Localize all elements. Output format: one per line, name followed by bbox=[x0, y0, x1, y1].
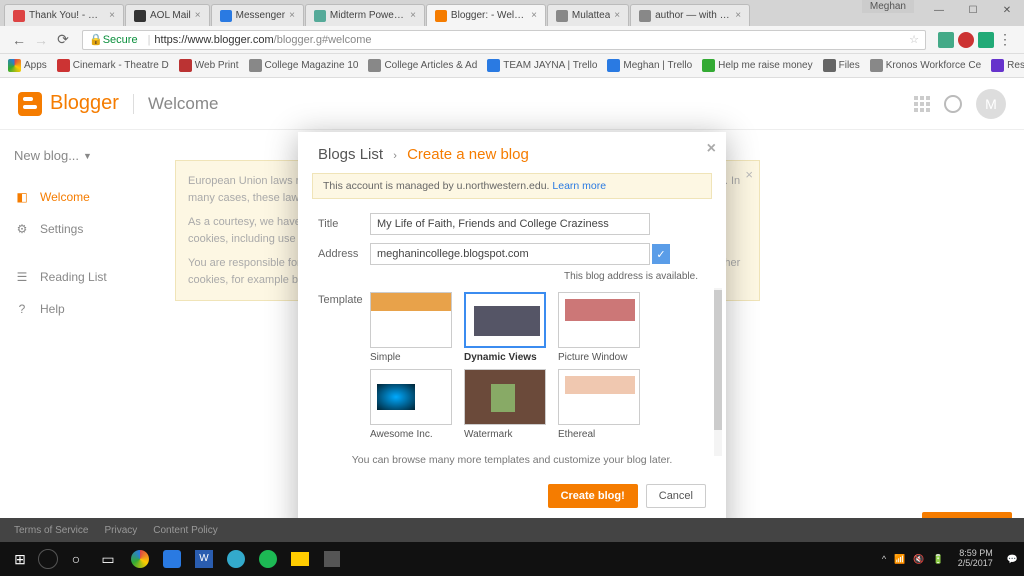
blogger-logo[interactable]: Blogger bbox=[18, 92, 119, 116]
browser-tab[interactable]: Mulattea× bbox=[547, 4, 629, 26]
template-option-watermark[interactable]: Watermark bbox=[464, 369, 550, 440]
template-label: Template bbox=[318, 292, 370, 440]
avatar[interactable]: M bbox=[976, 89, 1006, 119]
template-option-awesome-inc-[interactable]: Awesome Inc. bbox=[370, 369, 456, 440]
tray-clock[interactable]: 8:59 PM 2/5/2017 bbox=[958, 549, 993, 569]
system-tray: ^ 📶 🔇 🔋 8:59 PM 2/5/2017 💬 bbox=[882, 549, 1018, 569]
footer-link[interactable]: Terms of Service bbox=[14, 525, 88, 536]
apps-shortcut[interactable]: Apps bbox=[8, 59, 47, 72]
browser-tab[interactable]: AOL Mail× bbox=[125, 4, 210, 26]
taskbar-app-skype[interactable] bbox=[222, 545, 250, 573]
extension-icon[interactable] bbox=[958, 32, 974, 48]
taskbar-app-spotify[interactable] bbox=[254, 545, 282, 573]
content-area: New blog... ▼ ◧Welcome⚙Settings☰Reading … bbox=[0, 130, 1024, 542]
tray-notifications-icon[interactable]: 💬 bbox=[1007, 554, 1018, 565]
url-host: https://www.blogger.com bbox=[154, 34, 273, 46]
footer-link[interactable]: Content Policy bbox=[153, 525, 217, 536]
chrome-menu-button[interactable]: ⋮ bbox=[994, 29, 1016, 51]
bookmark-item[interactable]: Resume Building : | N bbox=[991, 59, 1024, 72]
blog-title-input[interactable] bbox=[370, 213, 650, 235]
taskbar-app-word[interactable]: W bbox=[190, 545, 218, 573]
nav-forward-button[interactable]: → bbox=[30, 29, 52, 51]
window-close[interactable]: ✕ bbox=[990, 0, 1024, 20]
bookmark-item[interactable]: Help me raise money bbox=[702, 59, 812, 72]
bookmark-item[interactable]: Files bbox=[823, 59, 860, 72]
bookmarks-bar: Apps Cinemark - Theatre D Web Print Colleg… bbox=[0, 54, 1024, 78]
nav-back-button[interactable]: ← bbox=[8, 29, 30, 51]
search-icon[interactable] bbox=[38, 549, 58, 569]
task-view-icon[interactable]: ▭ bbox=[94, 545, 122, 573]
taskbar-app-file-explorer[interactable] bbox=[286, 545, 314, 573]
template-option-simple[interactable]: Simple bbox=[370, 292, 456, 363]
window-maximize[interactable]: ☐ bbox=[956, 0, 990, 20]
browser-tab[interactable]: Blogger: - Welcome× bbox=[426, 4, 546, 26]
cancel-button[interactable]: Cancel bbox=[646, 484, 706, 508]
page-title: Welcome bbox=[133, 94, 219, 114]
taskbar-app-store[interactable] bbox=[318, 545, 346, 573]
browser-tab[interactable]: Messenger× bbox=[211, 4, 304, 26]
bookmark-item[interactable]: College Articles & Ad bbox=[368, 59, 477, 72]
template-option-picture-window[interactable]: Picture Window bbox=[558, 292, 644, 363]
browser-tab[interactable]: Midterm PowerPoint× bbox=[305, 4, 425, 26]
template-option-dynamic-views[interactable]: Dynamic Views bbox=[464, 292, 550, 363]
taskbar-app-chrome[interactable] bbox=[126, 545, 154, 573]
extension-icon[interactable] bbox=[938, 32, 954, 48]
breadcrumb-separator: › bbox=[393, 150, 397, 162]
bookmark-item[interactable]: Cinemark - Theatre D bbox=[57, 59, 169, 72]
footer-link[interactable]: Privacy bbox=[104, 525, 137, 536]
cortana-icon[interactable]: ○ bbox=[62, 545, 90, 573]
breadcrumb-current: Create a new blog bbox=[407, 146, 529, 163]
blogger-logo-icon bbox=[18, 92, 42, 116]
address-availability-text: This blog address is available. bbox=[298, 269, 726, 288]
star-icon[interactable]: ☆ bbox=[909, 33, 919, 46]
breadcrumb-root[interactable]: Blogs List bbox=[318, 146, 383, 163]
url-input[interactable]: 🔒 Secure | https://www.blogger.com/blogg… bbox=[82, 30, 926, 50]
nav-reload-button[interactable]: ⟳ bbox=[52, 29, 74, 51]
blog-address-input[interactable] bbox=[370, 243, 650, 265]
address-bar: ← → ⟳ 🔒 Secure | https://www.blogger.com… bbox=[0, 26, 1024, 54]
modal-header: Blogs List › Create a new blog bbox=[298, 132, 726, 173]
tray-battery-icon[interactable]: 🔋 bbox=[933, 554, 944, 565]
modal-backdrop: × Blogs List › Create a new blog This ac… bbox=[0, 130, 1024, 542]
notifications-icon[interactable] bbox=[944, 95, 962, 113]
extension-icon[interactable] bbox=[978, 32, 994, 48]
tray-volume-icon[interactable]: 🔇 bbox=[913, 554, 924, 565]
browser-tab-strip: Thank You! - meghan×AOL Mail×Messenger×M… bbox=[0, 0, 1024, 26]
address-label: Address bbox=[318, 248, 370, 260]
tray-chevron-icon[interactable]: ^ bbox=[882, 554, 886, 564]
browser-tab[interactable]: author — with a little× bbox=[630, 4, 750, 26]
managed-account-notice: This account is managed by u.northwester… bbox=[312, 173, 712, 199]
bookmark-item[interactable]: TEAM JAYNA | Trello bbox=[487, 59, 597, 72]
taskbar-app-edge[interactable] bbox=[158, 545, 186, 573]
title-label: Title bbox=[318, 218, 370, 230]
windows-taskbar: ⊞ ○ ▭ W ^ 📶 🔇 🔋 8:59 PM 2/5/2017 💬 bbox=[0, 542, 1024, 576]
bookmark-item[interactable]: Meghan | Trello bbox=[607, 59, 692, 72]
address-check-icon: ✓ bbox=[652, 244, 670, 264]
template-scrollbar[interactable] bbox=[714, 288, 722, 456]
window-minimize[interactable]: — bbox=[922, 0, 956, 20]
chrome-profile-badge[interactable]: Meghan bbox=[862, 0, 914, 13]
window-controls: — ☐ ✕ bbox=[922, 0, 1024, 20]
start-button[interactable]: ⊞ bbox=[6, 545, 34, 573]
learn-more-link[interactable]: Learn more bbox=[552, 180, 606, 192]
url-path: /blogger.g#welcome bbox=[274, 34, 372, 46]
modal-close-button[interactable]: × bbox=[707, 140, 716, 158]
create-blog-button[interactable]: Create blog! bbox=[548, 484, 638, 508]
bookmark-item[interactable]: Web Print bbox=[179, 59, 239, 72]
page-footer: Terms of Service Privacy Content Policy bbox=[0, 518, 1024, 542]
browse-templates-text: You can browse many more templates and c… bbox=[298, 448, 726, 476]
bookmark-item[interactable]: Kronos Workforce Ce bbox=[870, 59, 981, 72]
bookmark-item[interactable]: College Magazine 10 bbox=[249, 59, 359, 72]
secure-badge: 🔒 Secure bbox=[89, 33, 138, 46]
blogger-header: Blogger Welcome M bbox=[0, 78, 1024, 130]
template-option-ethereal[interactable]: Ethereal bbox=[558, 369, 644, 440]
create-blog-modal: × Blogs List › Create a new blog This ac… bbox=[298, 132, 726, 542]
google-apps-icon[interactable] bbox=[914, 96, 930, 112]
tray-network-icon[interactable]: 📶 bbox=[894, 554, 905, 565]
browser-tab[interactable]: Thank You! - meghan× bbox=[4, 4, 124, 26]
